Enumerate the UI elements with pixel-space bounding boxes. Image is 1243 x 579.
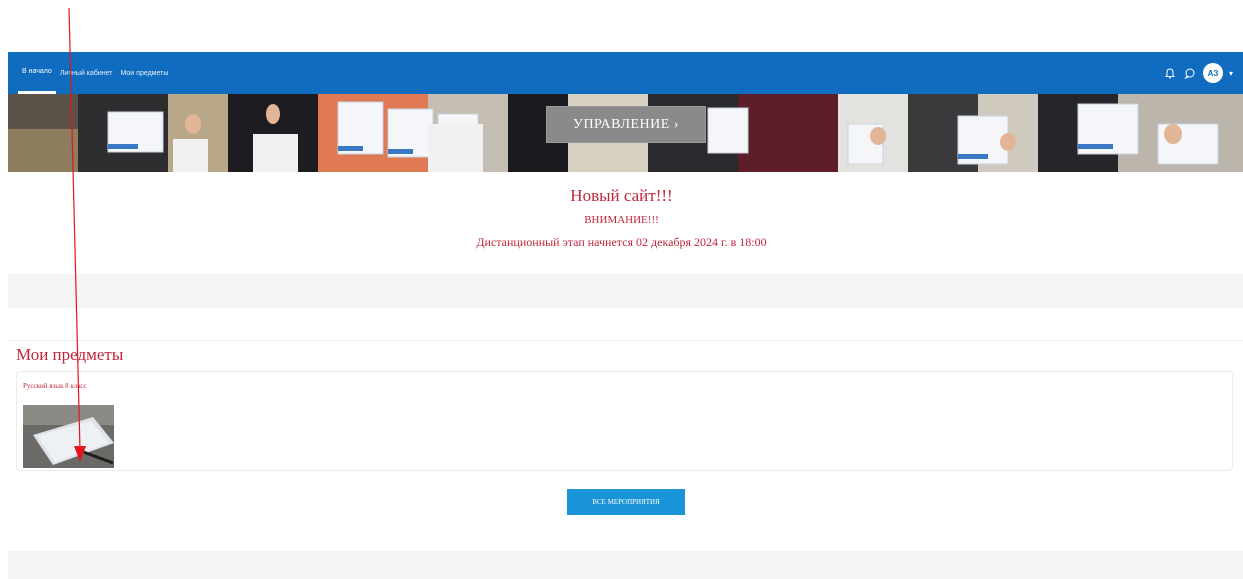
user-avatar[interactable]: АЗ [1202,63,1223,83]
bell-icon[interactable] [1163,66,1177,80]
nav-item-my-courses[interactable]: Мои предметы [117,52,173,94]
header-banner-image: УПРАВЛЕНИЕ › [8,94,1243,172]
nav-item-dashboard[interactable]: Личный кабинет [56,52,117,94]
course-card: Русский язык 8 класс [16,371,1233,471]
my-courses-heading: Мои предметы [16,345,124,364]
announcement-warning: ВНИМАНИЕ!!! [584,214,659,226]
nav-item-home[interactable]: В начало [18,52,56,94]
footer-block [8,551,1243,579]
top-navbar: В начало Личный кабинет Мои предметы АЗ … [8,52,1243,94]
course-link[interactable]: Русский язык 8 класс [23,382,87,390]
announcement-title: Новый сайт!!! [570,186,673,205]
manage-button[interactable]: УПРАВЛЕНИЕ › [546,106,706,143]
user-controls: АЗ ▾ [1163,52,1233,94]
empty-block [8,274,1243,308]
course-image[interactable] [23,405,114,468]
primary-navigation: В начало Личный кабинет Мои предметы [18,52,172,94]
announcement-text: Дистанционный этап начнется 02 декабря 2… [476,235,767,249]
divider [8,340,1243,341]
chat-icon[interactable] [1183,66,1197,80]
chevron-down-icon[interactable]: ▾ [1229,69,1233,78]
all-events-button[interactable]: ВСЕ МЕРОПРИЯТИЯ [567,489,685,515]
